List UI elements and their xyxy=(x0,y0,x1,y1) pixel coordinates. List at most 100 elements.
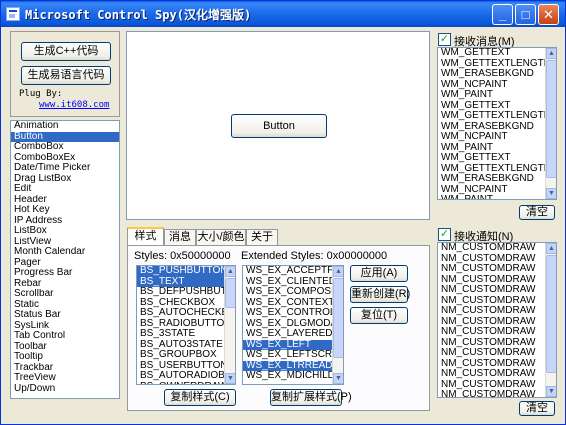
vertical-scrollbar[interactable]: ▲ ▼ xyxy=(545,243,556,397)
message-list-item[interactable]: WM_GETTEXT xyxy=(438,101,545,112)
generate-cpp-button[interactable]: 生成C++代码 xyxy=(21,42,111,61)
control-list-item[interactable]: Drag ListBox xyxy=(11,174,119,185)
preview-button[interactable]: Button xyxy=(231,114,327,138)
vertical-scrollbar[interactable]: ▲ ▼ xyxy=(224,266,235,384)
notification-list-item[interactable]: NM_CUSTOMDRAW xyxy=(438,348,545,359)
tab-about[interactable]: 关于 xyxy=(246,229,278,245)
message-list-item[interactable]: WM_NCPAINT xyxy=(438,80,545,91)
styles-list[interactable]: BS_PUSHBUTTONBS_TEXTBS_DEFPUSHBUTTONBS_C… xyxy=(136,265,236,385)
control-list-item[interactable]: Header xyxy=(11,195,119,206)
message-list-item[interactable]: WM_GETTEXTLENGTH xyxy=(438,59,545,70)
control-list-item[interactable]: ListBox xyxy=(11,226,119,237)
message-list-item[interactable]: WM_ERASEBKGND xyxy=(438,122,545,133)
notification-list-item[interactable]: NM_CUSTOMDRAW xyxy=(438,390,545,397)
ex-style-list-item[interactable]: WS_EX_COMPOSITED xyxy=(243,287,332,298)
control-list-item[interactable]: Tab Control xyxy=(11,331,119,342)
style-list-item[interactable]: BS_USERBUTTON xyxy=(137,361,224,372)
style-list-item[interactable]: BS_RADIOBUTTON xyxy=(137,319,224,330)
ex-style-list-item[interactable]: WS_EX_LEFT xyxy=(243,339,332,350)
apply-button[interactable]: 应用(A) xyxy=(350,265,408,282)
receive-messages-checkbox[interactable]: ✓ xyxy=(438,33,451,46)
ex-style-list-item[interactable]: WS_EX_MDICHILD xyxy=(243,371,332,382)
clear-notifications-button[interactable]: 清空 xyxy=(519,401,555,416)
recreate-button[interactable]: 重新创建(R) xyxy=(350,286,410,303)
ex-styles-list[interactable]: WS_EX_ACCEPTFILESWS_EX_CLIENTEDGEWS_EX_C… xyxy=(242,265,344,385)
ex-style-list-item[interactable]: WS_EX_DLGMODALFRAME xyxy=(243,319,332,330)
ex-style-list-item[interactable]: WS_EX_LEFTSCROLLBAR xyxy=(243,350,332,361)
ex-style-list-item[interactable]: WS_EX_ACCEPTFILES xyxy=(243,266,332,277)
scroll-thumb[interactable] xyxy=(225,278,235,308)
notification-list-item[interactable]: NM_CUSTOMDRAW xyxy=(438,338,545,349)
scroll-down-arrow-icon[interactable]: ▼ xyxy=(546,386,556,397)
message-list-item[interactable]: WM_PAINT xyxy=(438,90,545,101)
style-list-item[interactable]: BS_TEXT xyxy=(137,276,224,287)
generate-yi-button[interactable]: 生成易语言代码 xyxy=(21,66,111,85)
message-list-item[interactable]: WM_GETTEXTLENGTH xyxy=(438,164,545,175)
close-button[interactable]: ✕ xyxy=(538,4,559,25)
title-bar[interactable]: Microsoft Control Spy(汉化增强版) _ □ ✕ xyxy=(1,1,565,27)
vertical-scrollbar[interactable]: ▲ ▼ xyxy=(545,48,556,199)
message-list-item[interactable]: WM_PAINT xyxy=(438,143,545,154)
scroll-down-arrow-icon[interactable]: ▼ xyxy=(225,373,235,384)
style-list-item[interactable]: BS_AUTORADIOBUTTON xyxy=(137,371,224,382)
vertical-scrollbar[interactable]: ▲ ▼ xyxy=(332,266,343,384)
notification-list-item[interactable]: NM_CUSTOMDRAW xyxy=(438,275,545,286)
notification-list-item[interactable]: NM_CUSTOMDRAW xyxy=(438,264,545,275)
message-list-item[interactable]: WM_PAINT xyxy=(438,195,545,199)
tab-size-color[interactable]: 大小/颜色 xyxy=(196,229,246,245)
copy-ex-styles-button[interactable]: 复制扩展样式(P) xyxy=(270,389,352,406)
notification-list-item[interactable]: NM_CUSTOMDRAW xyxy=(438,243,545,254)
notification-list-item[interactable]: NM_CUSTOMDRAW xyxy=(438,296,545,307)
control-list-item[interactable]: Tooltip xyxy=(11,352,119,363)
notification-list-item[interactable]: NM_CUSTOMDRAW xyxy=(438,306,545,317)
style-list-item[interactable]: BS_CHECKBOX xyxy=(137,298,224,309)
minimize-button[interactable]: _ xyxy=(492,4,513,25)
control-list-item[interactable]: Scrollbar xyxy=(11,289,119,300)
ex-style-list-item[interactable]: WS_EX_CLIENTEDGE xyxy=(243,277,332,288)
control-list-item[interactable]: IP Address xyxy=(11,216,119,227)
control-list-item[interactable]: ListView xyxy=(11,237,119,248)
control-list-item[interactable]: Hot Key xyxy=(11,205,119,216)
control-list-item[interactable]: Static xyxy=(11,300,119,311)
messages-list[interactable]: WM_GETTEXT WM_GETTEXTLENGTH WM_ERASEBKGND W… xyxy=(437,47,557,200)
message-list-item[interactable]: WM_GETTEXTLENGTH xyxy=(438,111,545,122)
control-list-item[interactable]: TreeView xyxy=(11,373,119,384)
ex-style-list-item[interactable]: WS_EX_CONTROLPARENT xyxy=(243,308,332,319)
control-list-item[interactable]: Rebar xyxy=(11,279,119,290)
scroll-up-arrow-icon[interactable]: ▲ xyxy=(225,266,235,277)
control-list-item[interactable]: Progress Bar xyxy=(11,268,119,279)
notifications-list[interactable]: NM_CUSTOMDRAW NM_CUSTOMDRAW NM_CUSTOMDRAW N… xyxy=(437,242,557,398)
notification-list-item[interactable]: NM_CUSTOMDRAW xyxy=(438,359,545,370)
scroll-down-arrow-icon[interactable]: ▼ xyxy=(546,188,556,199)
control-list-item[interactable]: Edit xyxy=(11,184,119,195)
control-type-list[interactable]: Animation Button ComboBox ComboBoxEx Date/Ti… xyxy=(10,120,120,399)
scroll-thumb[interactable] xyxy=(546,60,556,178)
control-list-item[interactable]: Pager xyxy=(11,258,119,269)
scroll-thumb[interactable] xyxy=(333,278,343,358)
message-list-item[interactable]: WM_ERASEBKGND xyxy=(438,69,545,80)
style-list-item[interactable]: BS_PUSHBUTTON xyxy=(137,266,224,277)
message-list-item[interactable]: WM_GETTEXT xyxy=(438,48,545,59)
tab-styles[interactable]: 样式 xyxy=(127,227,164,246)
control-list-item[interactable]: Up/Down xyxy=(11,384,119,395)
control-list-item[interactable]: Date/Time Picker xyxy=(11,163,119,174)
tab-messages[interactable]: 消息 xyxy=(164,229,196,245)
scroll-up-arrow-icon[interactable]: ▲ xyxy=(546,48,556,59)
message-list-item[interactable]: WM_NCPAINT xyxy=(438,185,545,196)
ex-style-list-item[interactable]: WS_EX_CONTEXTHELP xyxy=(243,298,332,309)
ex-style-list-item[interactable]: WS_EX_LTRREADING xyxy=(243,360,332,371)
style-list-item[interactable]: BS_GROUPBOX xyxy=(137,350,224,361)
scroll-up-arrow-icon[interactable]: ▲ xyxy=(546,243,556,254)
ex-style-list-item[interactable]: WS_EX_LAYERED xyxy=(243,329,332,340)
message-list-item[interactable]: WM_NCPAINT xyxy=(438,132,545,143)
style-list-item[interactable]: BS_DEFPUSHBUTTON xyxy=(137,287,224,298)
message-list-item[interactable]: WM_GETTEXT xyxy=(438,153,545,164)
style-list-item[interactable]: BS_OWNERDRAW xyxy=(137,382,224,385)
copy-styles-button[interactable]: 复制样式(C) xyxy=(164,389,236,406)
control-list-item[interactable]: Status Bar xyxy=(11,310,119,321)
notification-list-item[interactable]: NM_CUSTOMDRAW xyxy=(438,254,545,265)
scroll-up-arrow-icon[interactable]: ▲ xyxy=(333,266,343,277)
notification-list-item[interactable]: NM_CUSTOMDRAW xyxy=(438,369,545,380)
scroll-thumb[interactable] xyxy=(546,255,556,373)
message-list-item[interactable]: WM_ERASEBKGND xyxy=(438,174,545,185)
